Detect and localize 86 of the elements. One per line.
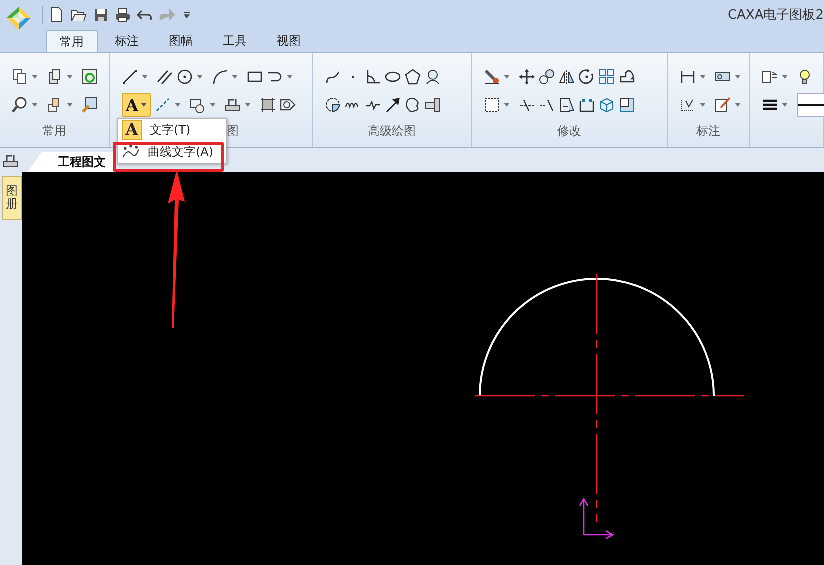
- dimension-icon[interactable]: [680, 69, 696, 85]
- line-weight-icon[interactable]: [762, 97, 778, 113]
- arrow-icon[interactable]: [385, 97, 401, 113]
- dashed-rectangle-icon[interactable]: [484, 97, 500, 113]
- person-icon[interactable]: [425, 69, 441, 85]
- caret-icon[interactable]: [197, 75, 203, 79]
- refresh-icon[interactable]: [82, 69, 98, 85]
- caret-icon[interactable]: [700, 103, 706, 107]
- coordinate-icon[interactable]: [680, 97, 696, 113]
- ribbon-tab[interactable]: 工具: [210, 30, 260, 52]
- caret-icon[interactable]: [504, 103, 510, 107]
- caret-icon[interactable]: [175, 103, 182, 107]
- window-title: CAXA电子图板2: [728, 7, 824, 24]
- copy-icon[interactable]: [12, 69, 28, 85]
- caret-icon[interactable]: [67, 103, 73, 107]
- tag-shape-icon[interactable]: [280, 97, 296, 113]
- text-tool-button[interactable]: A: [122, 93, 152, 117]
- caret-icon[interactable]: [142, 75, 148, 79]
- eraser-icon[interactable]: [484, 69, 500, 85]
- parallel-lines-icon[interactable]: [157, 69, 173, 85]
- ribbon-tab[interactable]: 视图: [264, 30, 314, 52]
- group-label: 常用: [42, 124, 66, 138]
- arc-icon[interactable]: [212, 69, 228, 85]
- caret-icon[interactable]: [782, 75, 788, 79]
- bulb-icon[interactable]: [797, 69, 813, 85]
- caret-icon[interactable]: [735, 75, 741, 79]
- shapes-icon[interactable]: [190, 97, 206, 113]
- ribbon-tab[interactable]: 标注: [102, 30, 152, 52]
- group-label: 高级绘图: [368, 124, 416, 138]
- caret-icon[interactable]: [67, 75, 73, 79]
- group-label: 标注: [696, 124, 720, 138]
- caret-icon[interactable]: [245, 103, 252, 107]
- quarter-circle-icon[interactable]: [325, 97, 341, 113]
- scale-icon[interactable]: [539, 69, 555, 85]
- cylinder-icon[interactable]: [425, 97, 441, 113]
- ribbon-tab[interactable]: 图幅: [156, 30, 206, 52]
- caret-icon[interactable]: [700, 75, 706, 79]
- group-label: 修改: [558, 124, 582, 138]
- caret-icon[interactable]: [32, 75, 38, 79]
- caret-icon[interactable]: [210, 103, 216, 107]
- mirror-icon[interactable]: [559, 69, 575, 85]
- rectangle-icon[interactable]: [247, 69, 263, 85]
- stretch-icon[interactable]: [559, 97, 575, 113]
- trim-icon[interactable]: [519, 97, 535, 113]
- cloud-icon[interactable]: [619, 69, 635, 85]
- ribbon-tab[interactable]: 常用: [46, 30, 98, 52]
- dashed-line-icon[interactable]: [155, 97, 172, 113]
- caret-icon[interactable]: [141, 103, 148, 107]
- text-icon: A: [122, 120, 142, 140]
- bracket-icon[interactable]: [579, 97, 595, 113]
- grid-icon[interactable]: [599, 69, 615, 85]
- save-icon[interactable]: [93, 7, 109, 23]
- cube-icon[interactable]: [599, 97, 615, 113]
- move-icon[interactable]: [519, 69, 535, 85]
- rotate-icon[interactable]: [579, 69, 595, 85]
- tool-icon[interactable]: [225, 97, 242, 113]
- caret-icon[interactable]: [504, 75, 510, 79]
- caret-icon[interactable]: [782, 103, 788, 107]
- edit-icon[interactable]: [715, 97, 731, 113]
- layer-icon[interactable]: [762, 69, 778, 85]
- block-icon[interactable]: [47, 69, 63, 85]
- caret-icon[interactable]: [735, 103, 741, 107]
- blob-icon[interactable]: [405, 97, 421, 113]
- new-file-icon[interactable]: [49, 7, 65, 23]
- line-icon[interactable]: [122, 69, 138, 85]
- pentagon-icon[interactable]: [405, 69, 421, 85]
- brush-icon[interactable]: [82, 97, 98, 113]
- circle-icon[interactable]: [177, 69, 193, 85]
- print-icon[interactable]: [115, 7, 131, 23]
- caret-icon[interactable]: [32, 103, 38, 107]
- document-tab[interactable]: 工程图文: [28, 152, 116, 172]
- hatch-square-icon[interactable]: [260, 97, 276, 113]
- ellipse-icon[interactable]: [385, 69, 401, 85]
- tool-icon[interactable]: [3, 153, 19, 169]
- caret-icon[interactable]: [287, 75, 293, 79]
- spline-icon[interactable]: [325, 69, 341, 85]
- side-panel-tab[interactable]: 图册: [2, 176, 22, 220]
- group-label: 图: [227, 124, 239, 138]
- angle-icon[interactable]: [365, 69, 381, 85]
- menu-item[interactable]: A 文字(T): [118, 119, 226, 141]
- zoom-icon[interactable]: [12, 97, 28, 113]
- caret-icon[interactable]: [232, 75, 238, 79]
- square-corner-icon[interactable]: [619, 97, 635, 113]
- extend-icon[interactable]: [539, 97, 555, 113]
- coordinate-axes-drawing: [579, 498, 614, 540]
- menu-item[interactable]: 曲线文字(A): [118, 141, 226, 163]
